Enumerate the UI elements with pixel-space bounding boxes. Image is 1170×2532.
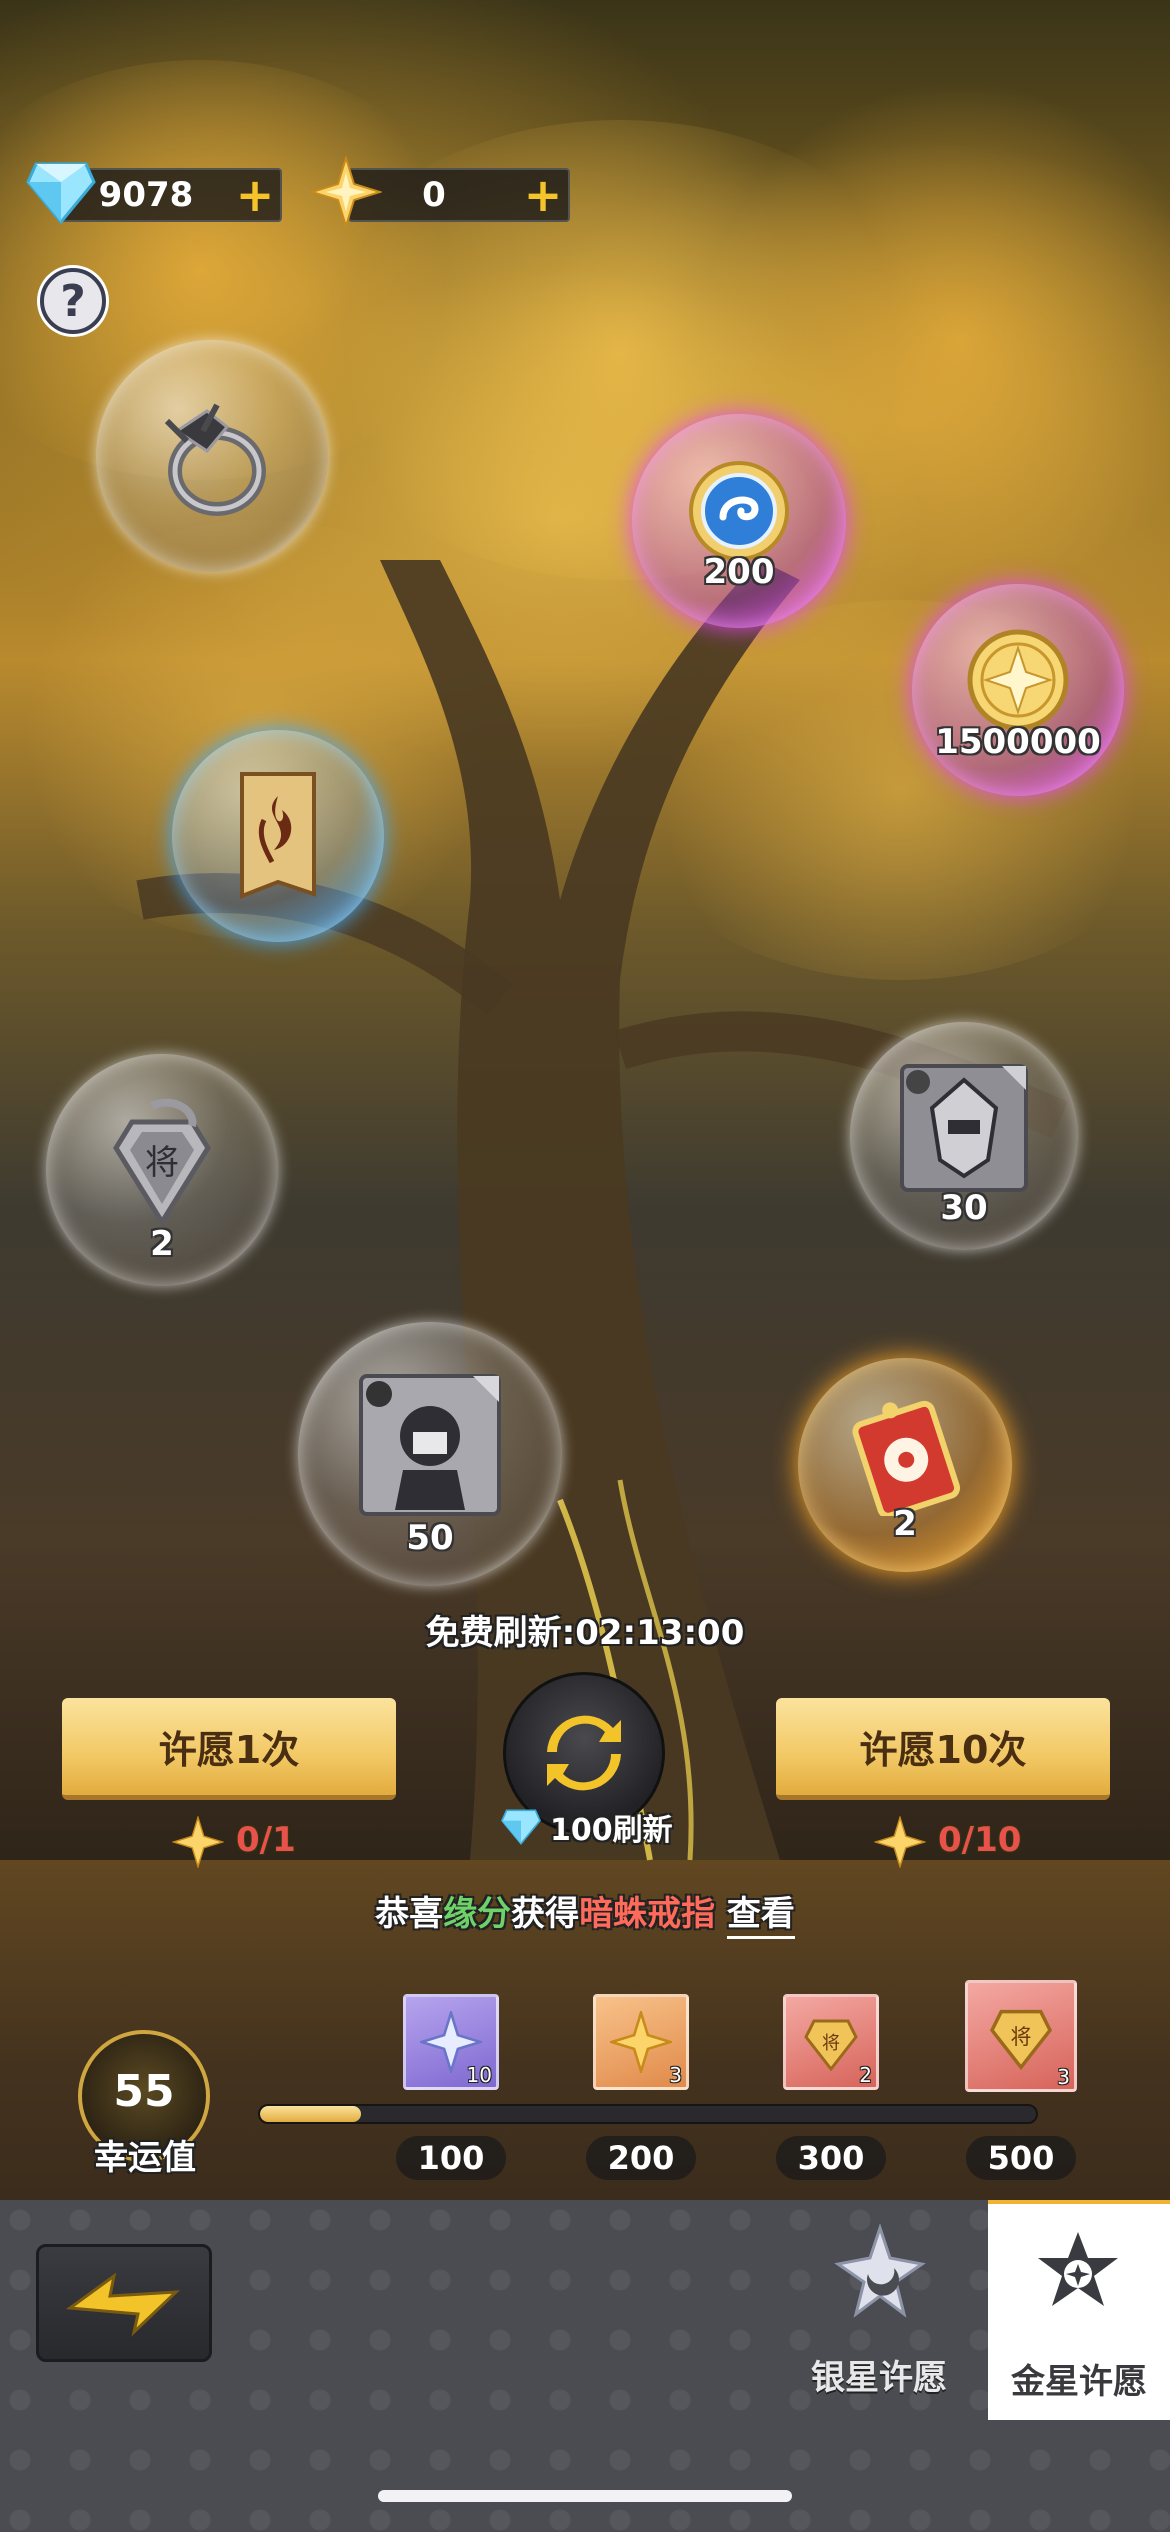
- tab-label: 银星许愿: [811, 2358, 947, 2398]
- tab-label: 金星许愿: [1011, 2362, 1147, 2402]
- blue-token-bubble[interactable]: 200: [632, 414, 846, 628]
- general-token-icon: 将: [989, 2009, 1053, 2071]
- swirl-coin-icon: [689, 461, 789, 561]
- milestone-threshold: 300: [776, 2136, 886, 2180]
- hero-fragment-icon: [359, 1374, 501, 1516]
- milestone-100[interactable]: 10 100: [396, 1994, 506, 2180]
- star-coin-icon: [967, 629, 1069, 731]
- milestone-300[interactable]: 将 2 300: [776, 1994, 886, 2180]
- bubble-count: 30: [940, 1188, 988, 1228]
- luck-progress-bar: [258, 2104, 1038, 2124]
- back-arrow-icon: [65, 2272, 181, 2337]
- scroll-bubble[interactable]: [172, 730, 384, 942]
- add-diamond-button[interactable]: +: [230, 170, 280, 220]
- luck-label: 幸运值: [94, 2138, 196, 2178]
- general-token-bubble[interactable]: 将 2: [46, 1054, 278, 1286]
- diamond-icon: [26, 160, 96, 230]
- gold-star-icon: [308, 154, 384, 232]
- milestone-200[interactable]: 3 200: [586, 1994, 696, 2180]
- general-token-icon: 将: [804, 2019, 858, 2072]
- reward-general-token[interactable]: 将 2: [783, 1994, 879, 2090]
- reward-qty: 3: [669, 2063, 682, 2087]
- svg-text:将: 将: [145, 1143, 179, 1183]
- armor-fragment-icon: [900, 1064, 1028, 1192]
- announcement: 恭喜缘分获得暗蛛戒指 查看: [0, 1886, 1170, 1939]
- spider-ring-bubble[interactable]: [96, 340, 328, 572]
- wish-ten-button[interactable]: 许愿10次: [776, 1698, 1110, 1800]
- flower-ticket-icon: [852, 1400, 961, 1516]
- reward-qty: 3: [1057, 2065, 1070, 2089]
- red-ticket-bubble[interactable]: 2: [798, 1358, 1012, 1572]
- ring-icon: [164, 403, 266, 516]
- svg-text:将: 将: [822, 2033, 840, 2054]
- back-button[interactable]: [36, 2244, 212, 2362]
- gold-star-emblem-icon: [1038, 2232, 1118, 2306]
- milestone-threshold: 500: [966, 2136, 1076, 2180]
- reward-general-token[interactable]: 将 3: [965, 1980, 1077, 2092]
- tab-gold-star-wish[interactable]: 金星许愿: [988, 2200, 1170, 2420]
- wish-ten-progress: 0/10: [938, 1820, 1022, 1860]
- bubble-count: 2: [893, 1504, 917, 1544]
- announce-player: 缘分: [443, 1894, 512, 1934]
- gold-coin-bubble[interactable]: 1500000: [912, 584, 1124, 796]
- diamond-icon: [500, 1809, 542, 1846]
- tab-silver-star-wish[interactable]: 银星许愿: [790, 2200, 968, 2420]
- bubble-count: 2: [150, 1224, 174, 1264]
- add-gold-star-button[interactable]: +: [518, 170, 568, 220]
- silver-star-moon-icon: [834, 2224, 926, 2318]
- refresh-cost: 100刷新: [500, 1805, 673, 1849]
- bubble-count: 50: [406, 1518, 454, 1558]
- bubble-count: 1500000: [935, 722, 1101, 762]
- help-button[interactable]: ?: [40, 268, 106, 334]
- refresh-icon: [547, 1715, 621, 1791]
- gold-star-icon: [610, 2011, 672, 2073]
- flame-scroll-icon: [240, 772, 316, 899]
- armor-fragment-bubble[interactable]: 30: [850, 1022, 1078, 1250]
- announce-item: 暗蛛戒指: [579, 1894, 716, 1934]
- svg-text:将: 将: [1011, 2025, 1032, 2049]
- milestone-threshold: 200: [586, 2136, 696, 2180]
- reward-qty: 2: [859, 2063, 872, 2087]
- bubble-count: 200: [703, 552, 775, 592]
- refresh-cost-label: 100刷新: [550, 1813, 673, 1848]
- hero-fragment-bubble[interactable]: 50: [298, 1322, 562, 1586]
- gold-star-icon: [172, 1816, 224, 1868]
- gold-star-icon: [874, 1816, 926, 1868]
- view-link[interactable]: 查看: [726, 1894, 795, 1939]
- home-indicator: [378, 2490, 792, 2502]
- luck-progress-fill: [260, 2106, 361, 2122]
- free-refresh-timer: 免费刷新:02:13:00: [425, 1613, 745, 1653]
- general-badge-icon: 将: [113, 1098, 211, 1227]
- reward-silver-star[interactable]: 10: [403, 1994, 499, 2090]
- announce-prefix: 恭喜: [375, 1894, 444, 1934]
- luck-value: 55: [113, 2065, 175, 2117]
- reward-gold-star[interactable]: 3: [593, 1994, 689, 2090]
- reward-qty: 10: [466, 2063, 492, 2087]
- milestone-threshold: 100: [396, 2136, 506, 2180]
- wish-once-button[interactable]: 许愿1次: [62, 1698, 396, 1800]
- wish-once-progress: 0/1: [236, 1820, 296, 1860]
- milestone-500[interactable]: 将 3 500: [962, 1980, 1080, 2180]
- announce-middle: 获得: [511, 1894, 580, 1934]
